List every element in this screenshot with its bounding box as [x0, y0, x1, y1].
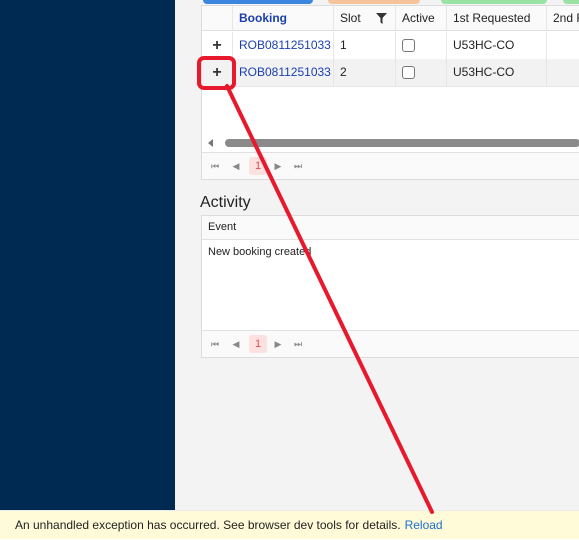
first-requested-cell: U53HC-CO — [446, 32, 546, 59]
first-requested-cell: U53HC-CO — [446, 59, 546, 86]
expand-row-button[interactable]: + — [202, 32, 232, 59]
activity-pager: ⏮ ◀ 1 ▶ ⏭ — [202, 330, 579, 357]
active-checkbox[interactable] — [402, 66, 415, 80]
sidebar — [0, 0, 175, 510]
column-header-event[interactable]: Event — [202, 216, 579, 240]
scroll-left-icon[interactable] — [208, 139, 213, 147]
second-requested-cell — [546, 32, 579, 59]
horizontal-scrollbar[interactable] — [202, 137, 579, 149]
reload-link[interactable]: Reload — [405, 518, 443, 532]
table-row: + ROB0811251033 2 U53HC-CO — [202, 59, 579, 87]
toolbar-button-blue[interactable] — [203, 0, 313, 4]
slot-cell: 2 — [333, 59, 395, 86]
grid-pager: ⏮ ◀ 1 ▶ ⏭ — [202, 152, 579, 179]
column-header-first-requested[interactable]: 1st Requested — [446, 6, 546, 30]
error-message: An unhandled exception has occurred. See… — [15, 518, 401, 532]
activity-grid: Event New booking created ⏮ ◀ 1 ▶ ⏭ — [201, 215, 579, 358]
active-cell — [395, 32, 446, 59]
table-row: + ROB0811251033 1 U53HC-CO — [202, 32, 579, 60]
column-header-second-requested[interactable]: 2nd R — [546, 6, 579, 30]
filter-icon[interactable] — [376, 13, 387, 24]
column-header-slot-label: Slot — [340, 11, 361, 25]
bookings-grid: Booking Slot Active 1st Requested 2nd R … — [201, 5, 579, 180]
column-header-active[interactable]: Active — [395, 6, 446, 30]
slot-cell: 1 — [333, 32, 395, 59]
next-page-icon[interactable]: ▶ — [271, 336, 285, 352]
toolbar-button-green[interactable] — [441, 0, 547, 4]
booking-cell[interactable]: ROB0811251033 — [232, 32, 333, 59]
last-page-icon[interactable]: ⏭ — [291, 336, 305, 352]
first-page-icon[interactable]: ⏮ — [208, 158, 222, 174]
previous-page-icon[interactable]: ◀ — [229, 158, 243, 174]
active-cell — [395, 59, 446, 86]
active-checkbox[interactable] — [402, 39, 415, 53]
toolbar-button-green-2[interactable] — [563, 0, 579, 4]
current-page-button[interactable]: 1 — [249, 335, 267, 353]
grid-header: Booking Slot Active 1st Requested 2nd R — [202, 6, 579, 31]
previous-page-icon[interactable]: ◀ — [229, 336, 243, 352]
column-header-slot[interactable]: Slot — [333, 6, 395, 30]
scrollbar-thumb[interactable] — [225, 139, 579, 147]
toolbar-button-orange[interactable] — [328, 0, 420, 4]
main-content: Booking Slot Active 1st Requested 2nd R … — [175, 0, 579, 510]
next-page-icon[interactable]: ▶ — [271, 158, 285, 174]
activity-event-cell: New booking created — [208, 246, 312, 258]
last-page-icon[interactable]: ⏭ — [291, 158, 305, 174]
second-requested-cell — [546, 59, 579, 86]
error-bar: An unhandled exception has occurred. See… — [0, 510, 579, 539]
column-header-booking[interactable]: Booking — [232, 6, 333, 30]
current-page-button[interactable]: 1 — [249, 157, 267, 175]
activity-heading: Activity — [200, 194, 251, 211]
first-page-icon[interactable]: ⏮ — [208, 336, 222, 352]
expand-row-button[interactable]: + — [202, 59, 232, 86]
booking-cell[interactable]: ROB0811251033 — [232, 59, 333, 86]
